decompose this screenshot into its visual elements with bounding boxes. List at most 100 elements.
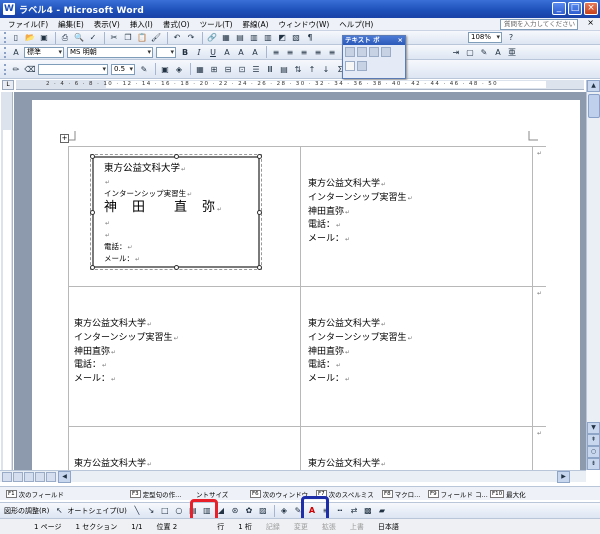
insert-excel-icon[interactable]: ▥ <box>248 32 260 44</box>
reading-view-button[interactable] <box>46 472 56 482</box>
fkey-f1[interactable]: F1 次のフィールド <box>6 489 64 499</box>
clipart-icon[interactable]: ✿ <box>243 505 255 517</box>
3d-icon[interactable]: ▰ <box>376 505 388 517</box>
text-direction-icon[interactable]: ⇅ <box>292 63 304 75</box>
fkey-f3[interactable]: F3 定型句の作... <box>130 489 181 499</box>
oval-icon[interactable]: ○ <box>173 505 185 517</box>
resize-handle[interactable] <box>257 265 262 270</box>
diagram-icon[interactable]: ⊛ <box>229 505 241 517</box>
draw-adjust-menu[interactable]: 図形の調整(R) <box>4 506 49 516</box>
status-ext[interactable]: 拡張 <box>322 522 336 532</box>
scroll-left-button[interactable]: ◀ <box>58 471 71 483</box>
select-objects-icon[interactable]: ↖ <box>53 505 65 517</box>
menu-format[interactable]: 書式(O) <box>163 19 190 30</box>
textbox-toolbar[interactable]: テキスト ボ × <box>342 35 406 79</box>
shading-color-icon[interactable]: ◈ <box>173 63 185 75</box>
help-search-input[interactable]: 質問を入力してください <box>500 19 578 30</box>
scroll-down-button[interactable]: ▼ <box>587 422 600 434</box>
label-table[interactable]: 東方公益文科大学↵ ↵ インターンシップ実習生↵ 神 田 直 弥↵ ↵ ↵ 電話… <box>54 146 546 470</box>
fkey-f8[interactable]: F8 マクロ... <box>382 489 420 499</box>
scroll-thumb[interactable] <box>588 94 600 118</box>
drawing-icon[interactable]: ◩ <box>276 32 288 44</box>
new-icon[interactable]: ▯ <box>10 32 22 44</box>
resize-handle[interactable] <box>257 154 262 159</box>
menu-tools[interactable]: ツール(T) <box>200 19 233 30</box>
print-icon[interactable]: ⎙ <box>59 32 71 44</box>
split-cells-icon[interactable]: ⊟ <box>222 63 234 75</box>
normal-view-button[interactable] <box>2 472 12 482</box>
char-shading-icon[interactable]: A <box>235 46 247 58</box>
toolbar-grip[interactable] <box>4 46 7 58</box>
italic-button[interactable]: I <box>193 46 205 58</box>
status-trk[interactable]: 変更 <box>294 522 308 532</box>
menu-edit[interactable]: 編集(E) <box>58 19 84 30</box>
highlight-icon[interactable]: ✎ <box>478 46 490 58</box>
resize-handle[interactable] <box>174 265 179 270</box>
maximize-button[interactable]: □ <box>568 2 582 15</box>
line-icon[interactable]: ╲ <box>131 505 143 517</box>
menu-table[interactable]: 罫線(A) <box>243 19 269 30</box>
undo-icon[interactable]: ↶ <box>171 32 183 44</box>
browse-object-button[interactable]: ○ <box>587 446 600 458</box>
insert-table2-icon[interactable]: ▦ <box>194 63 206 75</box>
align-right-icon[interactable]: ≡ <box>298 46 310 58</box>
justify-icon[interactable]: ≡ <box>312 46 324 58</box>
horizontal-ruler[interactable]: 2 · 4 · 6 · 8 · 10 · 12 · 14 · 16 · 18 ·… <box>16 80 584 90</box>
text-direction-icon[interactable] <box>357 61 367 71</box>
resize-handle[interactable] <box>90 210 95 215</box>
align-center-icon[interactable]: ≡ <box>284 46 296 58</box>
align-left-icon[interactable]: ≡ <box>270 46 282 58</box>
zoom-select[interactable]: 108% <box>468 32 502 43</box>
toolbar-grip[interactable] <box>4 32 7 43</box>
web-view-button[interactable] <box>13 472 23 482</box>
align-cells-icon[interactable]: ⊡ <box>236 63 248 75</box>
line-weight-select[interactable]: 0.5 <box>111 63 135 75</box>
picture-icon[interactable]: ▨ <box>257 505 269 517</box>
break-link-icon[interactable] <box>357 47 367 57</box>
sort-desc-icon[interactable]: ↓ <box>320 63 332 75</box>
create-link-icon[interactable] <box>345 47 355 57</box>
textbox-role[interactable]: インターンシップ実習生↵ <box>104 188 254 200</box>
label-card[interactable]: 東方公益文科大学↵ インターンシップ実習生↵ 神田直弥↵ 電話：↵ メール：↵ <box>74 318 179 387</box>
char-border-icon[interactable]: A <box>221 46 233 58</box>
merge-cells-icon[interactable]: ⊞ <box>208 63 220 75</box>
menu-help[interactable]: ヘルプ(H) <box>339 19 373 30</box>
toolbar-grip[interactable] <box>4 63 7 75</box>
cut-icon[interactable]: ✂ <box>108 32 120 44</box>
format-painter-icon[interactable]: 🖌 <box>150 32 162 44</box>
label-card[interactable]: 東方公益文科大学↵ インターンシップ実習生↵ 神田直弥↵ 電話：↵ メール：↵ <box>308 178 413 247</box>
document-map-icon[interactable]: ▧ <box>290 32 302 44</box>
menu-view[interactable]: 表示(V) <box>94 19 120 30</box>
font-color-icon[interactable]: A <box>492 46 504 58</box>
next-textbox-icon[interactable] <box>381 47 391 57</box>
bold-button[interactable]: B <box>179 46 191 58</box>
resize-handle[interactable] <box>90 154 95 159</box>
vertical-scrollbar[interactable]: ▲ ▼ ⇞ ○ ⇟ <box>586 80 600 470</box>
arrow-style-icon[interactable]: ⇄ <box>348 505 360 517</box>
preview-icon[interactable]: 🔍 <box>73 32 85 44</box>
border-color-icon[interactable]: ✎ <box>138 63 150 75</box>
close-icon[interactable]: × <box>398 36 403 45</box>
styles-icon[interactable]: A <box>10 46 22 58</box>
resize-handle[interactable] <box>257 210 262 215</box>
resize-handle[interactable] <box>90 265 95 270</box>
hyperlink-icon[interactable]: 🔗 <box>206 32 218 44</box>
label-card[interactable]: 東方公益文科大学↵ インターンシップ実習生 <box>74 458 173 470</box>
status-ovr[interactable]: 上書 <box>350 522 364 532</box>
close-document-icon[interactable]: × <box>587 18 594 27</box>
sort-asc-icon[interactable]: ↑ <box>306 63 318 75</box>
fkey-f9[interactable]: F9 フィールド コ... <box>428 489 488 499</box>
print-view-button[interactable] <box>24 472 34 482</box>
textbox-toolbar-title[interactable]: テキスト ボ × <box>343 36 405 45</box>
font-select[interactable]: MS 明朝 <box>67 46 153 58</box>
outline-view-button[interactable] <box>35 472 45 482</box>
textbox-name[interactable]: 神 田 直 弥↵ <box>104 200 254 217</box>
menu-file[interactable]: ファイル(F) <box>8 19 48 30</box>
style-select[interactable]: 標準 <box>24 46 64 58</box>
textbox-mail[interactable]: メール：↵ <box>104 253 254 265</box>
rectangle-icon[interactable]: □ <box>159 505 171 517</box>
label-card[interactable]: 東方公益文科大学↵ インターンシップ実習生↵ 神田直弥↵ 電話：↵ メール：↵ <box>308 318 413 387</box>
previous-textbox-icon[interactable] <box>369 47 379 57</box>
table-move-handle[interactable]: + <box>60 134 69 143</box>
spelling-icon[interactable]: ✓ <box>87 32 99 44</box>
